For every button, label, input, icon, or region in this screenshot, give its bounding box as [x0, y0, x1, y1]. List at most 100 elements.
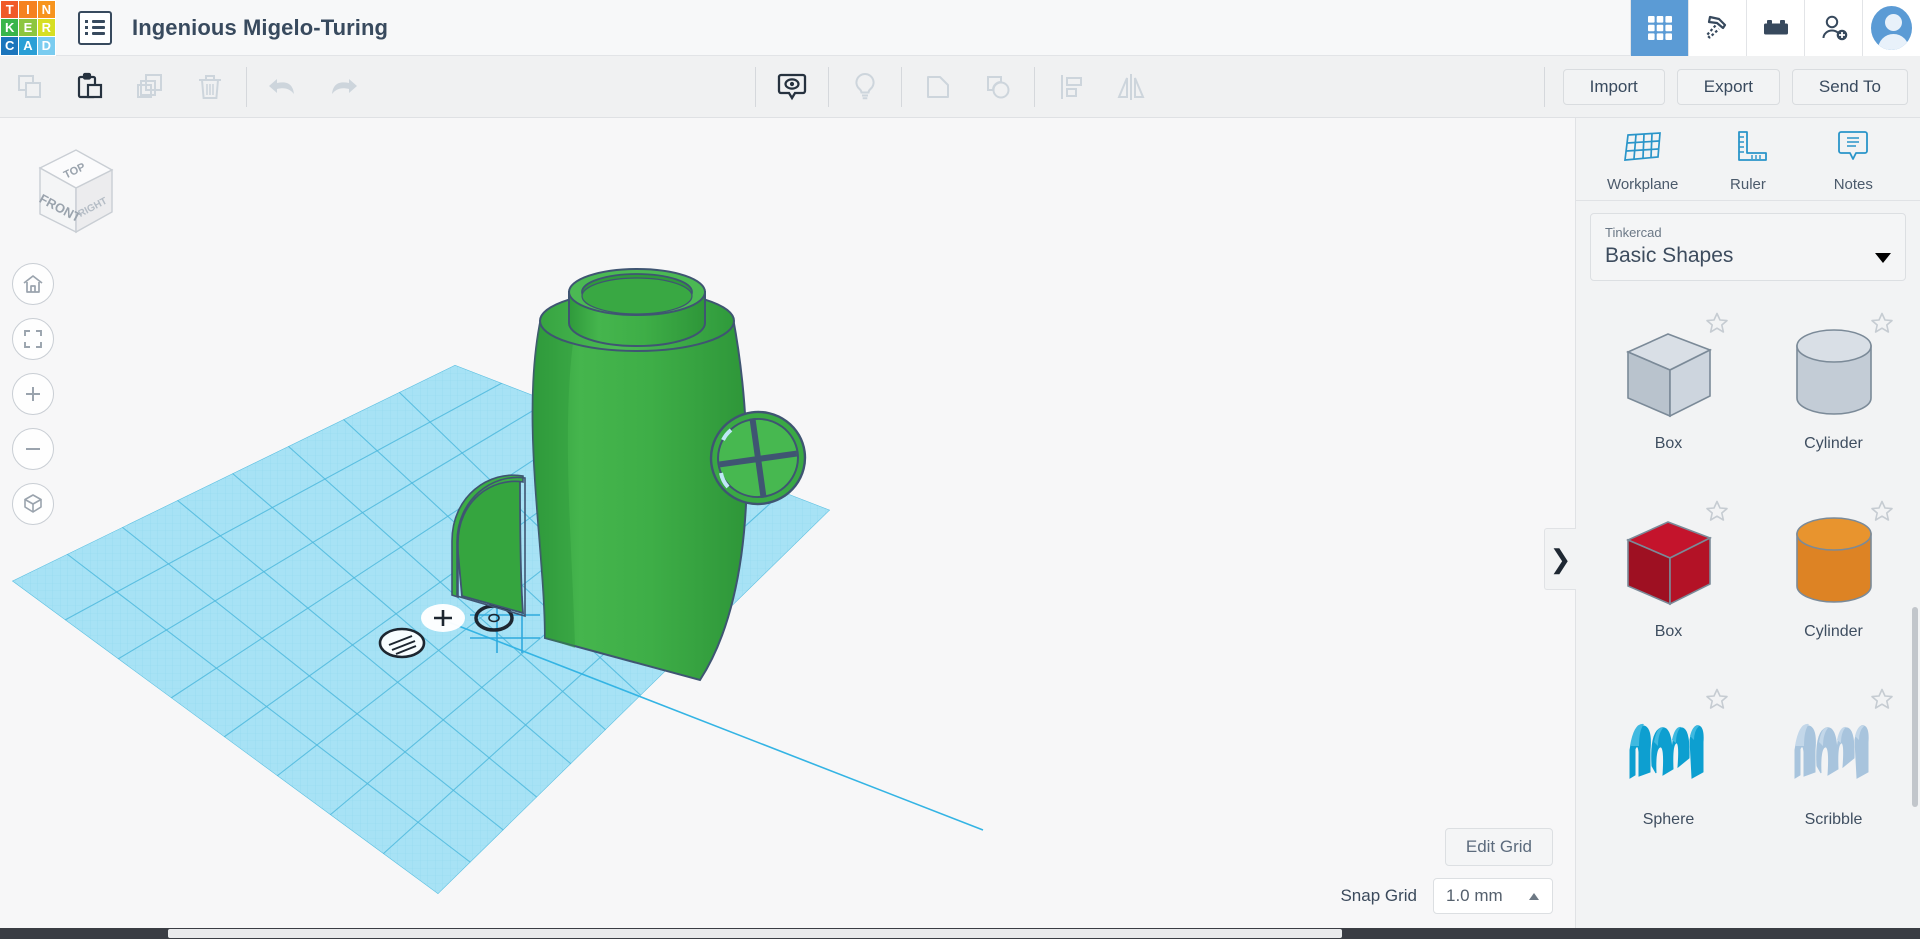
- add-marker-bg: [421, 604, 465, 632]
- shapes-panel: ❯ Workplane Ruler Notes Tinkercad Basic …: [1544, 118, 1920, 928]
- shape-item[interactable]: Box: [1586, 485, 1751, 673]
- add-person-icon[interactable]: [1804, 0, 1862, 56]
- copy-icon[interactable]: [0, 56, 60, 118]
- shape-item[interactable]: Cylinder: [1751, 297, 1916, 485]
- ruler-icon: [1725, 127, 1771, 171]
- main-area: Workplane TOP FRONT RIGHT Edit Grid Snap…: [0, 118, 1920, 928]
- hut-body: [531, 317, 748, 682]
- perspective-toggle-icon[interactable]: [12, 483, 54, 525]
- export-button[interactable]: Export: [1676, 68, 1780, 105]
- hut-door-inner: [456, 478, 524, 615]
- logo-tile: D: [37, 37, 55, 55]
- workplane-tool[interactable]: Workplane: [1597, 127, 1689, 193]
- top-right-icons: [1630, 0, 1920, 56]
- shape-gallery[interactable]: Box Cylinder Box Cylinder Sphere Scribbl…: [1576, 291, 1920, 928]
- redo-icon[interactable]: [313, 56, 373, 118]
- list-menu-icon[interactable]: [78, 10, 112, 45]
- favorite-star-icon[interactable]: [1870, 311, 1894, 340]
- edit-toolbar: Import Export Send To: [0, 56, 1920, 118]
- favorite-star-icon[interactable]: [1705, 311, 1729, 340]
- ruler-tool[interactable]: Ruler: [1702, 127, 1794, 193]
- logo-tile: N: [37, 0, 55, 18]
- ungroup-icon[interactable]: [968, 56, 1028, 118]
- workplane-markers: [378, 596, 540, 659]
- logo-tile: K: [1, 18, 19, 37]
- add-marker-icon: [434, 610, 452, 626]
- workplane-icon: [1620, 127, 1666, 171]
- top-bar: TINKERCAD Ingenious Migelo-Turing: [0, 0, 1920, 56]
- tinkercad-logo[interactable]: TINKERCAD: [0, 0, 56, 56]
- zoom-in-icon[interactable]: [12, 373, 54, 415]
- lightbulb-icon[interactable]: [835, 56, 895, 118]
- notes-tool[interactable]: Notes: [1807, 127, 1899, 193]
- notes-tool-label: Notes: [1833, 176, 1873, 193]
- undo-icon[interactable]: [253, 56, 313, 118]
- ruler-marker-icon: [378, 627, 426, 659]
- logo-tile: T: [1, 0, 19, 18]
- avatar-image: [1871, 5, 1912, 50]
- green-hut-model[interactable]: [451, 268, 811, 682]
- paste-icon[interactable]: [60, 56, 120, 118]
- grid-view-icon[interactable]: [1630, 0, 1688, 56]
- horizontal-scrollbar[interactable]: [0, 928, 1920, 939]
- favorite-star-icon[interactable]: [1705, 499, 1729, 528]
- home-view-icon[interactable]: [12, 263, 54, 305]
- shape-item[interactable]: Scribble: [1751, 673, 1916, 861]
- hut-chimney-bore: [581, 273, 693, 311]
- scrollbar-thumb[interactable]: [168, 929, 1342, 938]
- workplane-label: Workplane: [69, 658, 215, 811]
- pickaxe-icon[interactable]: [1688, 0, 1746, 56]
- shape-label: Box: [1654, 622, 1683, 640]
- workplane-surface: [12, 365, 830, 894]
- workplane-canvas: Workplane: [12, 268, 984, 894]
- library-group-label: Tinkercad: [1605, 225, 1662, 240]
- tinkercad-app: TINKERCAD Ingenious Migelo-Turing Import…: [0, 0, 1920, 939]
- toolbar-divider: [246, 66, 247, 107]
- align-icon[interactable]: [1041, 56, 1101, 118]
- logo-tile: R: [37, 18, 55, 37]
- favorite-star-icon[interactable]: [1870, 687, 1894, 716]
- history-tools: [253, 56, 373, 117]
- axis-guide-line: [437, 617, 984, 831]
- send-to-button[interactable]: Send To: [1791, 68, 1908, 105]
- fit-to-view-icon[interactable]: [12, 318, 54, 360]
- panel-tools: Workplane Ruler Notes: [1576, 118, 1920, 200]
- lego-brick-icon[interactable]: [1746, 0, 1804, 56]
- shape-item[interactable]: Cylinder: [1751, 485, 1916, 673]
- grid-controls: Edit Grid Snap Grid 1.0 mm: [1340, 828, 1553, 914]
- avatar[interactable]: [1862, 0, 1920, 56]
- logo-tile: C: [1, 37, 19, 55]
- hut-door-edge: [451, 474, 524, 599]
- mirror-icon[interactable]: [1101, 56, 1161, 118]
- zoom-out-icon[interactable]: [12, 428, 54, 470]
- library-select-wrap: Tinkercad Basic Shapes: [1576, 201, 1920, 291]
- logo-tile: A: [19, 37, 37, 55]
- delete-icon[interactable]: [180, 56, 240, 118]
- shape-label: Cylinder: [1804, 434, 1863, 452]
- shape-item[interactable]: Sphere: [1586, 673, 1751, 861]
- target-crosshair: [470, 596, 540, 653]
- snap-grid-select[interactable]: 1.0 mm: [1433, 878, 1553, 914]
- chevron-up-icon: [1528, 886, 1540, 906]
- snap-grid-value: 1.0 mm: [1446, 886, 1503, 905]
- edit-grid-button[interactable]: Edit Grid: [1444, 828, 1553, 866]
- snap-grid-label: Snap Grid: [1340, 886, 1417, 905]
- group-icon[interactable]: [908, 56, 968, 118]
- shape-label: Scribble: [1804, 810, 1863, 828]
- chevron-right-icon[interactable]: ❯: [1544, 528, 1576, 590]
- view-cube[interactable]: TOP FRONT RIGHT: [18, 136, 128, 246]
- logo-tile: I: [19, 0, 37, 18]
- gallery-scrollbar[interactable]: [1912, 606, 1918, 807]
- duplicate-icon[interactable]: [120, 56, 180, 118]
- view-navigation-controls: [12, 263, 54, 525]
- show-hide-icon[interactable]: [762, 56, 822, 118]
- import-button[interactable]: Import: [1562, 68, 1665, 105]
- snap-grid-row: Snap Grid 1.0 mm: [1340, 878, 1553, 914]
- shape-library-select[interactable]: Tinkercad Basic Shapes: [1590, 213, 1906, 281]
- favorite-star-icon[interactable]: [1705, 687, 1729, 716]
- favorite-star-icon[interactable]: [1870, 499, 1894, 528]
- shape-item[interactable]: Box: [1586, 297, 1751, 485]
- clipboard-tools: [0, 56, 240, 117]
- 3d-viewport[interactable]: Workplane TOP FRONT RIGHT Edit Grid Snap…: [0, 118, 1575, 928]
- ruler-tool-label: Ruler: [1730, 176, 1766, 193]
